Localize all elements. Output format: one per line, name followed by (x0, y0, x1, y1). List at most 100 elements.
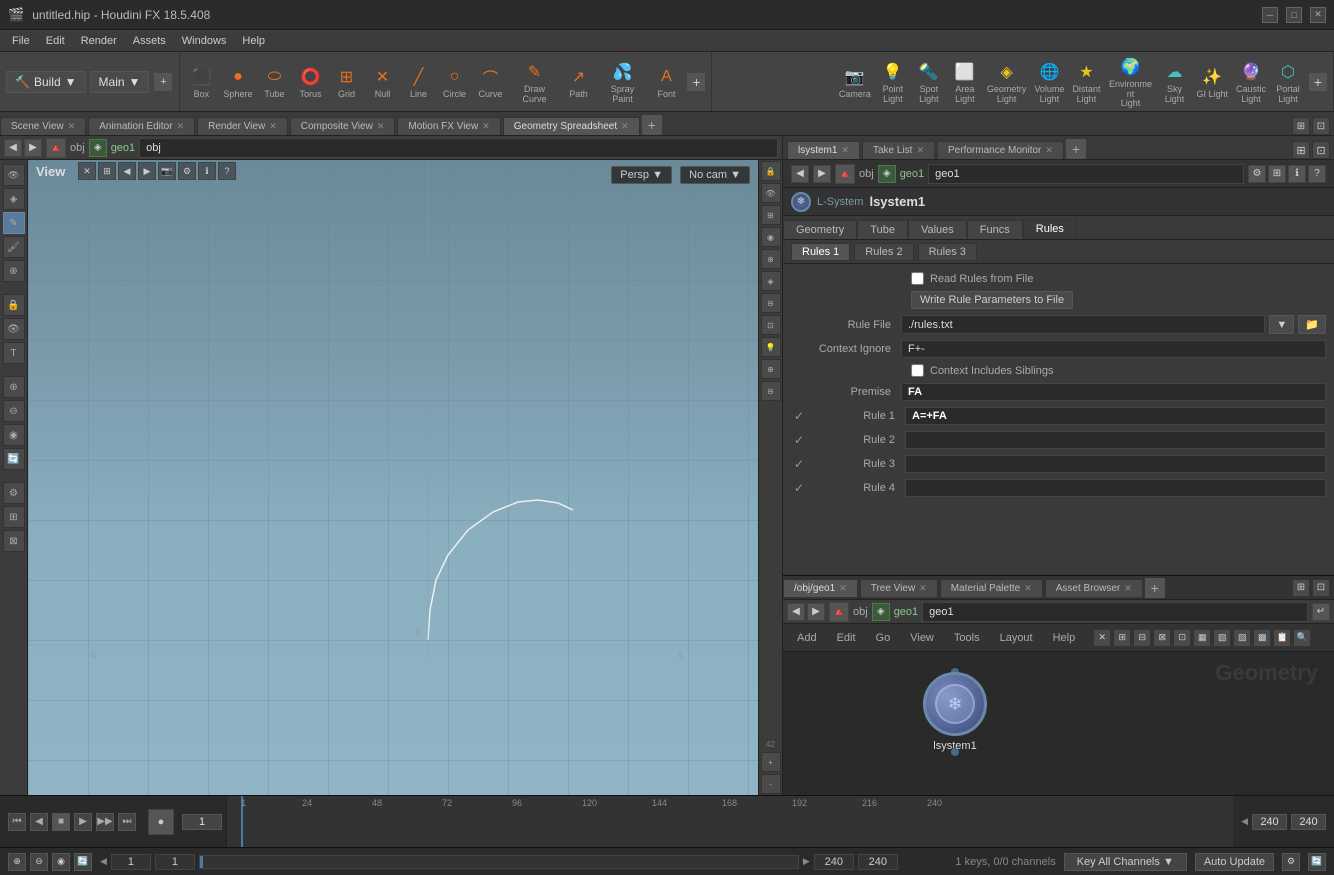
close-asset-browser-tab[interactable]: ✕ (1124, 583, 1132, 594)
tool-curve[interactable]: ⌒ Curve (472, 62, 508, 102)
tool-sphere[interactable]: ● Sphere (219, 62, 256, 102)
rt-bg[interactable]: ⊖ (761, 381, 781, 401)
net-detach-button[interactable]: ⊡ (1312, 579, 1330, 597)
context-ignore-input[interactable] (901, 340, 1326, 358)
rule3-input[interactable] (905, 455, 1326, 473)
tool-line[interactable]: ╱ Line (400, 62, 436, 102)
pose-tool[interactable]: ⊕ (3, 260, 25, 282)
rule-file-input[interactable] (901, 315, 1265, 334)
maximize-button[interactable]: □ (1286, 7, 1302, 23)
rt-lights[interactable]: 💡 (761, 337, 781, 357)
write-rule-params-button[interactable]: Write Rule Parameters to File (911, 291, 1073, 309)
view-ctrl-1[interactable]: ✕ (78, 162, 96, 180)
menu-assets[interactable]: Assets (125, 33, 174, 49)
tab-composite-view[interactable]: Composite View✕ (290, 117, 396, 135)
tool-distant-light[interactable]: ★ DistantLight (1068, 57, 1104, 107)
net-tool-tools[interactable]: Tools (948, 630, 986, 646)
view-ctrl-2[interactable]: ⊞ (98, 162, 116, 180)
net-tool-layout[interactable]: Layout (994, 630, 1039, 646)
net-tool-help[interactable]: Help (1047, 630, 1082, 646)
net-icon-6[interactable]: ▦ (1193, 629, 1211, 647)
net-icon-7[interactable]: ▧ (1213, 629, 1231, 647)
rt-grid[interactable]: ⊞ (761, 205, 781, 225)
minimize-button[interactable]: ─ (1262, 7, 1278, 23)
menu-file[interactable]: File (4, 33, 38, 49)
net-icon-1[interactable]: ✕ (1093, 629, 1111, 647)
hide-tool[interactable]: 👁 (3, 318, 25, 340)
prop-detach-button[interactable]: ⊡ (1312, 141, 1330, 159)
rt-disp[interactable]: ⊡ (761, 315, 781, 335)
rt-zoom-in[interactable]: + (761, 752, 781, 772)
bottom-step-input[interactable] (111, 854, 151, 870)
tool-path[interactable]: ↗ Path (560, 62, 596, 102)
close-tree-view-tab[interactable]: ✕ (919, 583, 927, 594)
tab-take-list[interactable]: Take List ✕ (862, 141, 935, 159)
add-network-tab-button[interactable]: + (1145, 578, 1165, 598)
close-geometry-spreadsheet[interactable]: ✕ (621, 121, 629, 132)
guide-tool[interactable]: ⊖ (3, 400, 25, 422)
net-tool-go[interactable]: Go (870, 630, 897, 646)
tab-animation-editor[interactable]: Animation Editor✕ (88, 117, 195, 135)
props-help-button[interactable]: ? (1308, 165, 1326, 183)
rule1-input[interactable] (905, 407, 1326, 425)
tab-obj-geo1[interactable]: /obj/geo1 ✕ (783, 579, 858, 597)
props-info-button[interactable]: ℹ (1288, 165, 1306, 183)
quick-flip-tool[interactable]: ⚙ (3, 482, 25, 504)
auto-update-button[interactable]: Auto Update (1195, 853, 1274, 871)
build-dropdown[interactable]: 🔨Build▼ (6, 71, 86, 93)
network-content[interactable]: Geometry ❄ lsystem1 (783, 652, 1334, 795)
lock-tool[interactable]: 🔒 (3, 294, 25, 316)
rule2-input[interactable] (905, 431, 1326, 449)
add-tool-button[interactable]: + (686, 72, 706, 92)
view-ctrl-help[interactable]: ? (218, 162, 236, 180)
bottom-ctrl-4[interactable]: 🔄 (74, 853, 92, 871)
add-tab-button[interactable]: + (642, 115, 662, 135)
net-tool-add[interactable]: Add (791, 630, 823, 646)
tab-detach-button[interactable]: ⊡ (1312, 117, 1330, 135)
tool-portal-light[interactable]: ⬡ PortalLight (1270, 57, 1306, 107)
rt-view[interactable]: 👁 (761, 183, 781, 203)
viewport-path-input[interactable] (139, 138, 778, 158)
props-back-button[interactable]: ◀ (791, 165, 809, 183)
add-prop-tab-button[interactable]: + (1066, 139, 1086, 159)
net-tool-view[interactable]: View (904, 630, 940, 646)
rules-tab-1[interactable]: Rules 1 (791, 243, 850, 261)
timeline-track[interactable]: 1 24 48 72 96 120 144 168 192 216 240 (226, 796, 1233, 847)
close-motion-fx-view[interactable]: ✕ (482, 121, 490, 132)
props-layout-button[interactable]: ⊞ (1268, 165, 1286, 183)
close-render-view[interactable]: ✕ (269, 121, 277, 132)
tab-asset-browser[interactable]: Asset Browser ✕ (1045, 579, 1143, 597)
view-ctrl-cam[interactable]: 📷 (158, 162, 176, 180)
tl-frame-end-input[interactable] (1252, 814, 1287, 830)
tl-prev-key-button[interactable]: ◀ (30, 813, 48, 831)
net-back-button[interactable]: ◀ (787, 603, 805, 621)
tab-rules[interactable]: Rules (1023, 219, 1077, 239)
view-tool[interactable]: 👁 (3, 164, 25, 186)
bottom-ctrl-1[interactable]: ⊕ (8, 853, 26, 871)
bottom-ctrl-3[interactable]: ◉ (52, 853, 70, 871)
view-ctrl-3[interactable]: ◀ (118, 162, 136, 180)
rules-tab-2[interactable]: Rules 2 (854, 243, 913, 261)
handles-tool[interactable]: ⊞ (3, 506, 25, 528)
camera-dropdown[interactable]: No cam ▼ (680, 166, 750, 184)
net-layout-button[interactable]: ⊞ (1292, 579, 1310, 597)
tool-gi-light[interactable]: ✨ GI Light (1192, 62, 1232, 102)
perspective-dropdown[interactable]: Persp ▼ (611, 166, 672, 184)
close-take-list-tab[interactable]: ✕ (916, 145, 924, 156)
bbox-tool[interactable]: ⊠ (3, 530, 25, 552)
tool-spot-light[interactable]: 🔦 SpotLight (911, 57, 947, 107)
rule-file-open-button[interactable]: ▼ (1269, 315, 1294, 334)
menu-help[interactable]: Help (234, 33, 273, 49)
menu-windows[interactable]: Windows (174, 33, 235, 49)
tool-circle[interactable]: ○ Circle (436, 62, 472, 102)
net-icon-2[interactable]: ⊞ (1113, 629, 1131, 647)
premise-input[interactable] (901, 383, 1326, 401)
snap-tool[interactable]: ◉ (3, 424, 25, 446)
tab-geometry-spreadsheet[interactable]: Geometry Spreadsheet✕ (503, 117, 640, 135)
view-ctrl-4[interactable]: ▶ (138, 162, 156, 180)
window-controls[interactable]: ─ □ ✕ (1262, 7, 1326, 23)
view-ctrl-settings[interactable]: ⚙ (178, 162, 196, 180)
add-light-button[interactable]: + (1308, 72, 1328, 92)
main-dropdown[interactable]: Main▼ (90, 71, 150, 93)
tab-lsystem[interactable]: lsystem1 ✕ (787, 141, 860, 159)
